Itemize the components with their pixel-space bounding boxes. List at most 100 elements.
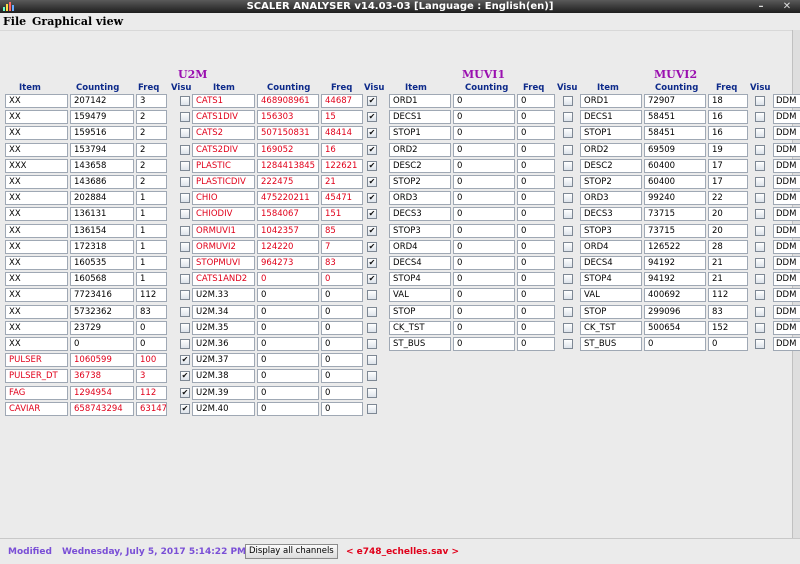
visu-checkbox[interactable]	[180, 160, 190, 171]
counting-field[interactable]: 0	[453, 288, 515, 303]
visu-checkbox[interactable]	[563, 144, 573, 155]
counting-field[interactable]: 60400	[644, 175, 706, 189]
channel-name-field[interactable]: ORD3	[580, 191, 642, 206]
partial-channel-field[interactable]: DDM	[773, 142, 800, 157]
visu-checkbox[interactable]	[367, 322, 377, 333]
visu-checkbox[interactable]	[755, 241, 765, 252]
freq-field[interactable]: 20	[708, 223, 748, 238]
channel-name-field[interactable]: PULSER	[5, 353, 68, 368]
counting-field[interactable]: 0	[257, 385, 319, 400]
visu-checkbox[interactable]	[180, 128, 190, 139]
visu-checkbox[interactable]: ✔	[180, 371, 190, 382]
counting-field[interactable]: 507150831	[257, 126, 319, 141]
visu-checkbox[interactable]	[563, 339, 573, 349]
counting-field[interactable]: 159479	[70, 110, 134, 125]
partial-channel-field[interactable]: DDM	[773, 110, 800, 125]
channel-name-field[interactable]: XX	[5, 94, 68, 108]
freq-field[interactable]: 0	[517, 191, 555, 206]
visu-checkbox[interactable]	[180, 290, 190, 301]
freq-field[interactable]: 0	[136, 320, 167, 335]
visu-checkbox[interactable]	[755, 193, 765, 204]
counting-field[interactable]: 1294954	[70, 385, 134, 400]
freq-field[interactable]: 112	[708, 288, 748, 303]
channel-name-field[interactable]: STOP4	[580, 272, 642, 287]
counting-field[interactable]: 143686	[70, 175, 134, 189]
counting-field[interactable]: 0	[257, 288, 319, 303]
freq-field[interactable]: 0	[517, 223, 555, 238]
visu-checkbox[interactable]	[180, 209, 190, 220]
freq-field[interactable]: 15	[321, 110, 363, 125]
visu-checkbox[interactable]	[563, 112, 573, 123]
freq-field[interactable]: 1	[136, 223, 167, 238]
channel-name-field[interactable]: U2M.36	[192, 337, 255, 351]
visu-checkbox[interactable]	[563, 225, 573, 236]
freq-field[interactable]: 1	[136, 239, 167, 254]
counting-field[interactable]: 0	[453, 207, 515, 222]
freq-field[interactable]: 16	[708, 110, 748, 125]
channel-name-field[interactable]: XX	[5, 288, 68, 303]
channel-name-field[interactable]: U2M.39	[192, 385, 255, 400]
visu-checkbox[interactable]	[367, 290, 377, 301]
channel-name-field[interactable]: CK_TST	[389, 320, 451, 335]
partial-channel-field[interactable]: DDM	[773, 126, 800, 141]
visu-checkbox[interactable]	[180, 112, 190, 123]
visu-checkbox[interactable]	[563, 177, 573, 187]
visu-checkbox[interactable]	[563, 96, 573, 106]
freq-field[interactable]: 0	[321, 288, 363, 303]
visu-checkbox[interactable]: ✔	[367, 225, 377, 236]
freq-field[interactable]: 0	[321, 337, 363, 351]
visu-checkbox[interactable]: ✔	[180, 387, 190, 398]
freq-field[interactable]: 2	[136, 158, 167, 173]
visu-checkbox[interactable]: ✔	[180, 403, 190, 414]
channel-name-field[interactable]: PLASTIC	[192, 158, 255, 173]
partial-channel-field[interactable]: DDM	[773, 272, 800, 287]
counting-field[interactable]: 299096	[644, 304, 706, 319]
visu-checkbox[interactable]	[180, 306, 190, 317]
display-all-channels-button[interactable]: Display all channels	[245, 544, 338, 559]
channel-name-field[interactable]: XX	[5, 175, 68, 189]
counting-field[interactable]: 0	[453, 223, 515, 238]
counting-field[interactable]: 0	[257, 304, 319, 319]
visu-checkbox[interactable]: ✔	[367, 128, 377, 139]
counting-field[interactable]: 0	[453, 110, 515, 125]
freq-field[interactable]: 0	[517, 126, 555, 141]
visu-checkbox[interactable]: ✔	[367, 193, 377, 204]
counting-field[interactable]: 0	[453, 337, 515, 351]
visu-checkbox[interactable]	[755, 322, 765, 333]
counting-field[interactable]: 73715	[644, 223, 706, 238]
freq-field[interactable]: 19	[708, 142, 748, 157]
counting-field[interactable]: 207142	[70, 94, 134, 108]
counting-field[interactable]: 58451	[644, 110, 706, 125]
freq-field[interactable]: 0	[321, 353, 363, 368]
channel-name-field[interactable]: STOP	[580, 304, 642, 319]
counting-field[interactable]: 126522	[644, 239, 706, 254]
visu-checkbox[interactable]	[755, 128, 765, 139]
visu-checkbox[interactable]	[755, 144, 765, 155]
visu-checkbox[interactable]	[367, 403, 377, 414]
visu-checkbox[interactable]	[755, 339, 765, 349]
visu-checkbox[interactable]	[755, 290, 765, 301]
freq-field[interactable]: 22	[708, 191, 748, 206]
freq-field[interactable]: 48414	[321, 126, 363, 141]
partial-channel-field[interactable]: DDM	[773, 239, 800, 254]
close-icon[interactable]: ✕	[780, 0, 794, 13]
counting-field[interactable]: 0	[257, 337, 319, 351]
channel-name-field[interactable]: U2M.40	[192, 401, 255, 416]
channel-name-field[interactable]: CK_TST	[580, 320, 642, 335]
channel-name-field[interactable]: ORD1	[389, 94, 451, 108]
freq-field[interactable]: 0	[517, 304, 555, 319]
channel-name-field[interactable]: DECS3	[389, 207, 451, 222]
partial-channel-field[interactable]: DDM	[773, 256, 800, 270]
visu-checkbox[interactable]	[563, 306, 573, 317]
freq-field[interactable]: 0	[321, 369, 363, 384]
visu-checkbox[interactable]: ✔	[367, 258, 377, 268]
visu-checkbox[interactable]	[755, 160, 765, 171]
channel-name-field[interactable]: CHIODIV	[192, 207, 255, 222]
counting-field[interactable]: 156303	[257, 110, 319, 125]
counting-field[interactable]: 0	[453, 142, 515, 157]
freq-field[interactable]: 7	[321, 239, 363, 254]
freq-field[interactable]: 0	[517, 320, 555, 335]
counting-field[interactable]: 1584067	[257, 207, 319, 222]
counting-field[interactable]: 160568	[70, 272, 134, 287]
channel-name-field[interactable]: ORMUVI2	[192, 239, 255, 254]
